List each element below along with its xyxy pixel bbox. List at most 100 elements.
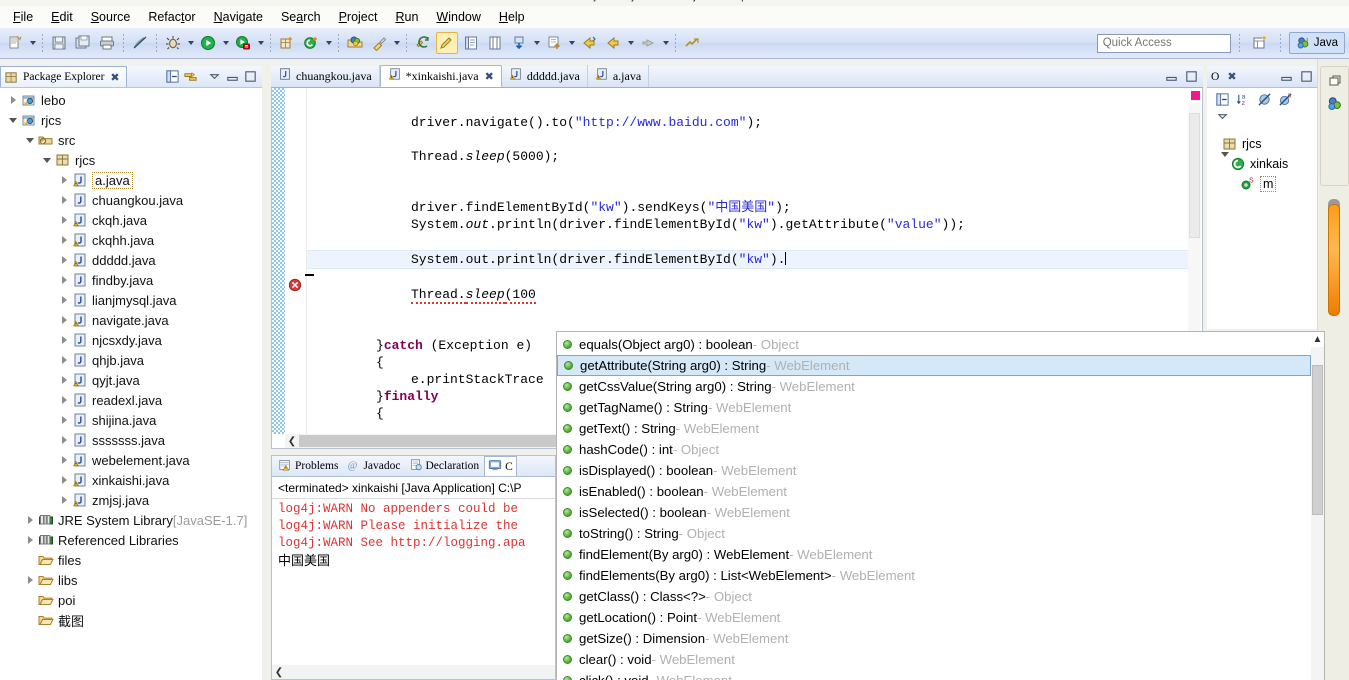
content-assist-popup[interactable]: equals(Object arg0) : boolean - Object ge… xyxy=(556,331,1325,680)
tree-item-a-java[interactable]: a.java xyxy=(0,170,262,190)
menu-source[interactable]: Source xyxy=(82,8,140,26)
maximize-icon[interactable] xyxy=(1184,69,1199,84)
hide-fields-icon[interactable] xyxy=(1257,92,1272,107)
external-tools-icon[interactable] xyxy=(232,32,254,54)
minimize-icon[interactable] xyxy=(1279,69,1294,84)
tree-item-rjcs[interactable]: rjcs xyxy=(0,110,262,130)
open-type-icon[interactable] xyxy=(344,32,366,54)
view-menu-icon[interactable] xyxy=(207,69,222,84)
proposal-item[interactable]: findElement(By arg0) : WebElement - WebE… xyxy=(557,544,1311,565)
proposal-item[interactable]: getTagName() : String - WebElement xyxy=(557,397,1311,418)
tree-item-referenced-libraries[interactable]: Referenced Libraries xyxy=(0,530,262,550)
view-menu-icon[interactable] xyxy=(1215,109,1230,124)
twisty-collapsed-icon[interactable] xyxy=(23,533,37,547)
tree-item-zmjsj-java[interactable]: zmjsj.java xyxy=(0,490,262,510)
tree-item-webelement-java[interactable]: webelement.java xyxy=(0,450,262,470)
console-tab-c[interactable]: C xyxy=(484,456,517,476)
tree-item-lianjmysql-java[interactable]: lianjmysql.java xyxy=(0,290,262,310)
proposal-scrollbar[interactable]: ▲ ▼ xyxy=(1311,332,1324,680)
tree-item-chuangkou-java[interactable]: chuangkou.java xyxy=(0,190,262,210)
tree-item-ckqhh-java[interactable]: ckqhh.java xyxy=(0,230,262,250)
twisty-collapsed-icon[interactable] xyxy=(57,493,71,507)
menu-help[interactable]: Help xyxy=(490,8,534,26)
overview-error-indicator[interactable] xyxy=(1191,91,1200,100)
print-icon[interactable] xyxy=(96,32,118,54)
console-horizontal-scrollbar[interactable]: ❮ xyxy=(272,665,555,679)
forward-icon[interactable] xyxy=(602,32,624,54)
sort-icon[interactable]: az xyxy=(1236,92,1251,107)
link-with-editor-icon[interactable] xyxy=(183,69,198,84)
menu-window[interactable]: Window xyxy=(427,8,489,26)
java-perspective-icon[interactable] xyxy=(1326,95,1344,113)
tree-item-shijina-java[interactable]: shijina.java xyxy=(0,410,262,430)
save-all-icon[interactable] xyxy=(72,32,94,54)
forward-dropdown[interactable] xyxy=(625,32,636,54)
editor-tab-ajava[interactable]: a.java xyxy=(588,65,650,87)
search-icon[interactable] xyxy=(368,32,390,54)
proposal-item[interactable]: toString() : String - Object xyxy=(557,523,1311,544)
close-icon[interactable]: ✖ xyxy=(1227,70,1236,83)
tree-item-files[interactable]: files xyxy=(0,550,262,570)
outline-tab-label[interactable]: O xyxy=(1211,71,1225,83)
twisty-collapsed-icon[interactable] xyxy=(57,193,71,207)
hide-static-icon[interactable]: S xyxy=(1278,92,1293,107)
debug-icon[interactable] xyxy=(162,32,184,54)
scroll-left-icon[interactable]: ❮ xyxy=(285,434,299,448)
proposal-item[interactable]: getAttribute(String arg0) : String - Web… xyxy=(557,355,1311,376)
right-scroll-thumb[interactable] xyxy=(1328,204,1340,316)
twisty-collapsed-icon[interactable] xyxy=(23,513,37,527)
collapse-all-icon[interactable] xyxy=(1215,92,1230,107)
scroll-thumb[interactable] xyxy=(1312,365,1323,515)
close-icon[interactable]: ✖ xyxy=(485,70,494,83)
toggle-mark-occurrences-icon[interactable] xyxy=(129,32,151,54)
proposal-item[interactable]: getLocation() : Point - WebElement xyxy=(557,607,1311,628)
new-java-class-icon[interactable] xyxy=(300,32,322,54)
editor-tab-chuangkoujava[interactable]: chuangkou.java xyxy=(271,65,380,87)
tree-item---[interactable]: 截图 xyxy=(0,610,262,630)
close-icon[interactable]: ✖ xyxy=(110,71,119,84)
open-task-icon[interactable] xyxy=(460,32,482,54)
forward2-dropdown[interactable] xyxy=(660,32,671,54)
toggle-java-editor-breadcrumb-icon[interactable] xyxy=(436,32,458,54)
console-tab-problems[interactable]: Problems xyxy=(275,458,341,475)
search-dropdown[interactable] xyxy=(391,32,402,54)
tree-item-libs[interactable]: libs xyxy=(0,570,262,590)
twisty-collapsed-icon[interactable] xyxy=(23,573,37,587)
twisty-collapsed-icon[interactable] xyxy=(57,333,71,347)
tab-package-explorer[interactable]: Package Explorer ✖ xyxy=(0,66,127,87)
tree-item-ckqh-java[interactable]: ckqh.java xyxy=(0,210,262,230)
tree-item-ddddd-java[interactable]: ddddd.java xyxy=(0,250,262,270)
proposal-item[interactable]: isDisplayed() : boolean - WebElement xyxy=(557,460,1311,481)
twisty-collapsed-icon[interactable] xyxy=(57,453,71,467)
editor-tab-dddddjava[interactable]: ddddd.java xyxy=(502,65,588,87)
collapse-all-icon[interactable] xyxy=(165,69,180,84)
menu-file[interactable]: File xyxy=(4,8,42,26)
twisty-collapsed-icon[interactable] xyxy=(57,213,71,227)
twisty-collapsed-icon[interactable] xyxy=(57,313,71,327)
tree-item-readexl-java[interactable]: readexl.java xyxy=(0,390,262,410)
back-icon[interactable] xyxy=(578,32,600,54)
next-annotation-dropdown[interactable] xyxy=(531,32,542,54)
console-tab-javadoc[interactable]: @ Javadoc xyxy=(343,458,403,475)
tree-item-qhjb-java[interactable]: qhjb.java xyxy=(0,350,262,370)
maximize-icon[interactable] xyxy=(1299,69,1314,84)
twisty-collapsed-icon[interactable] xyxy=(57,293,71,307)
proposal-item[interactable]: isSelected() : boolean - WebElement xyxy=(557,502,1311,523)
fast-view-stack[interactable] xyxy=(1320,66,1349,186)
marker-gutter[interactable] xyxy=(285,88,314,434)
restore-icon[interactable] xyxy=(1327,73,1343,89)
tree-item-src[interactable]: src xyxy=(0,130,262,150)
tree-item-rjcs[interactable]: rjcs xyxy=(0,150,262,170)
tree-item-jre-system-library[interactable]: JRE System Library [JavaSE-1.7] xyxy=(0,510,262,530)
twisty-collapsed-icon[interactable] xyxy=(57,473,71,487)
twisty-collapsed-icon[interactable] xyxy=(57,173,71,187)
twisty-collapsed-icon[interactable] xyxy=(6,93,20,107)
maximize-icon[interactable] xyxy=(243,69,258,84)
tree-item-sssssss-java[interactable]: sssssss.java xyxy=(0,430,262,450)
twisty-collapsed-icon[interactable] xyxy=(57,433,71,447)
external-tools-dropdown[interactable] xyxy=(255,32,266,54)
twisty-expanded-icon[interactable] xyxy=(1221,152,1229,171)
tree-item-qyjt-java[interactable]: qyjt.java xyxy=(0,370,262,390)
twisty-collapsed-icon[interactable] xyxy=(57,273,71,287)
debug-dropdown[interactable] xyxy=(185,32,196,54)
